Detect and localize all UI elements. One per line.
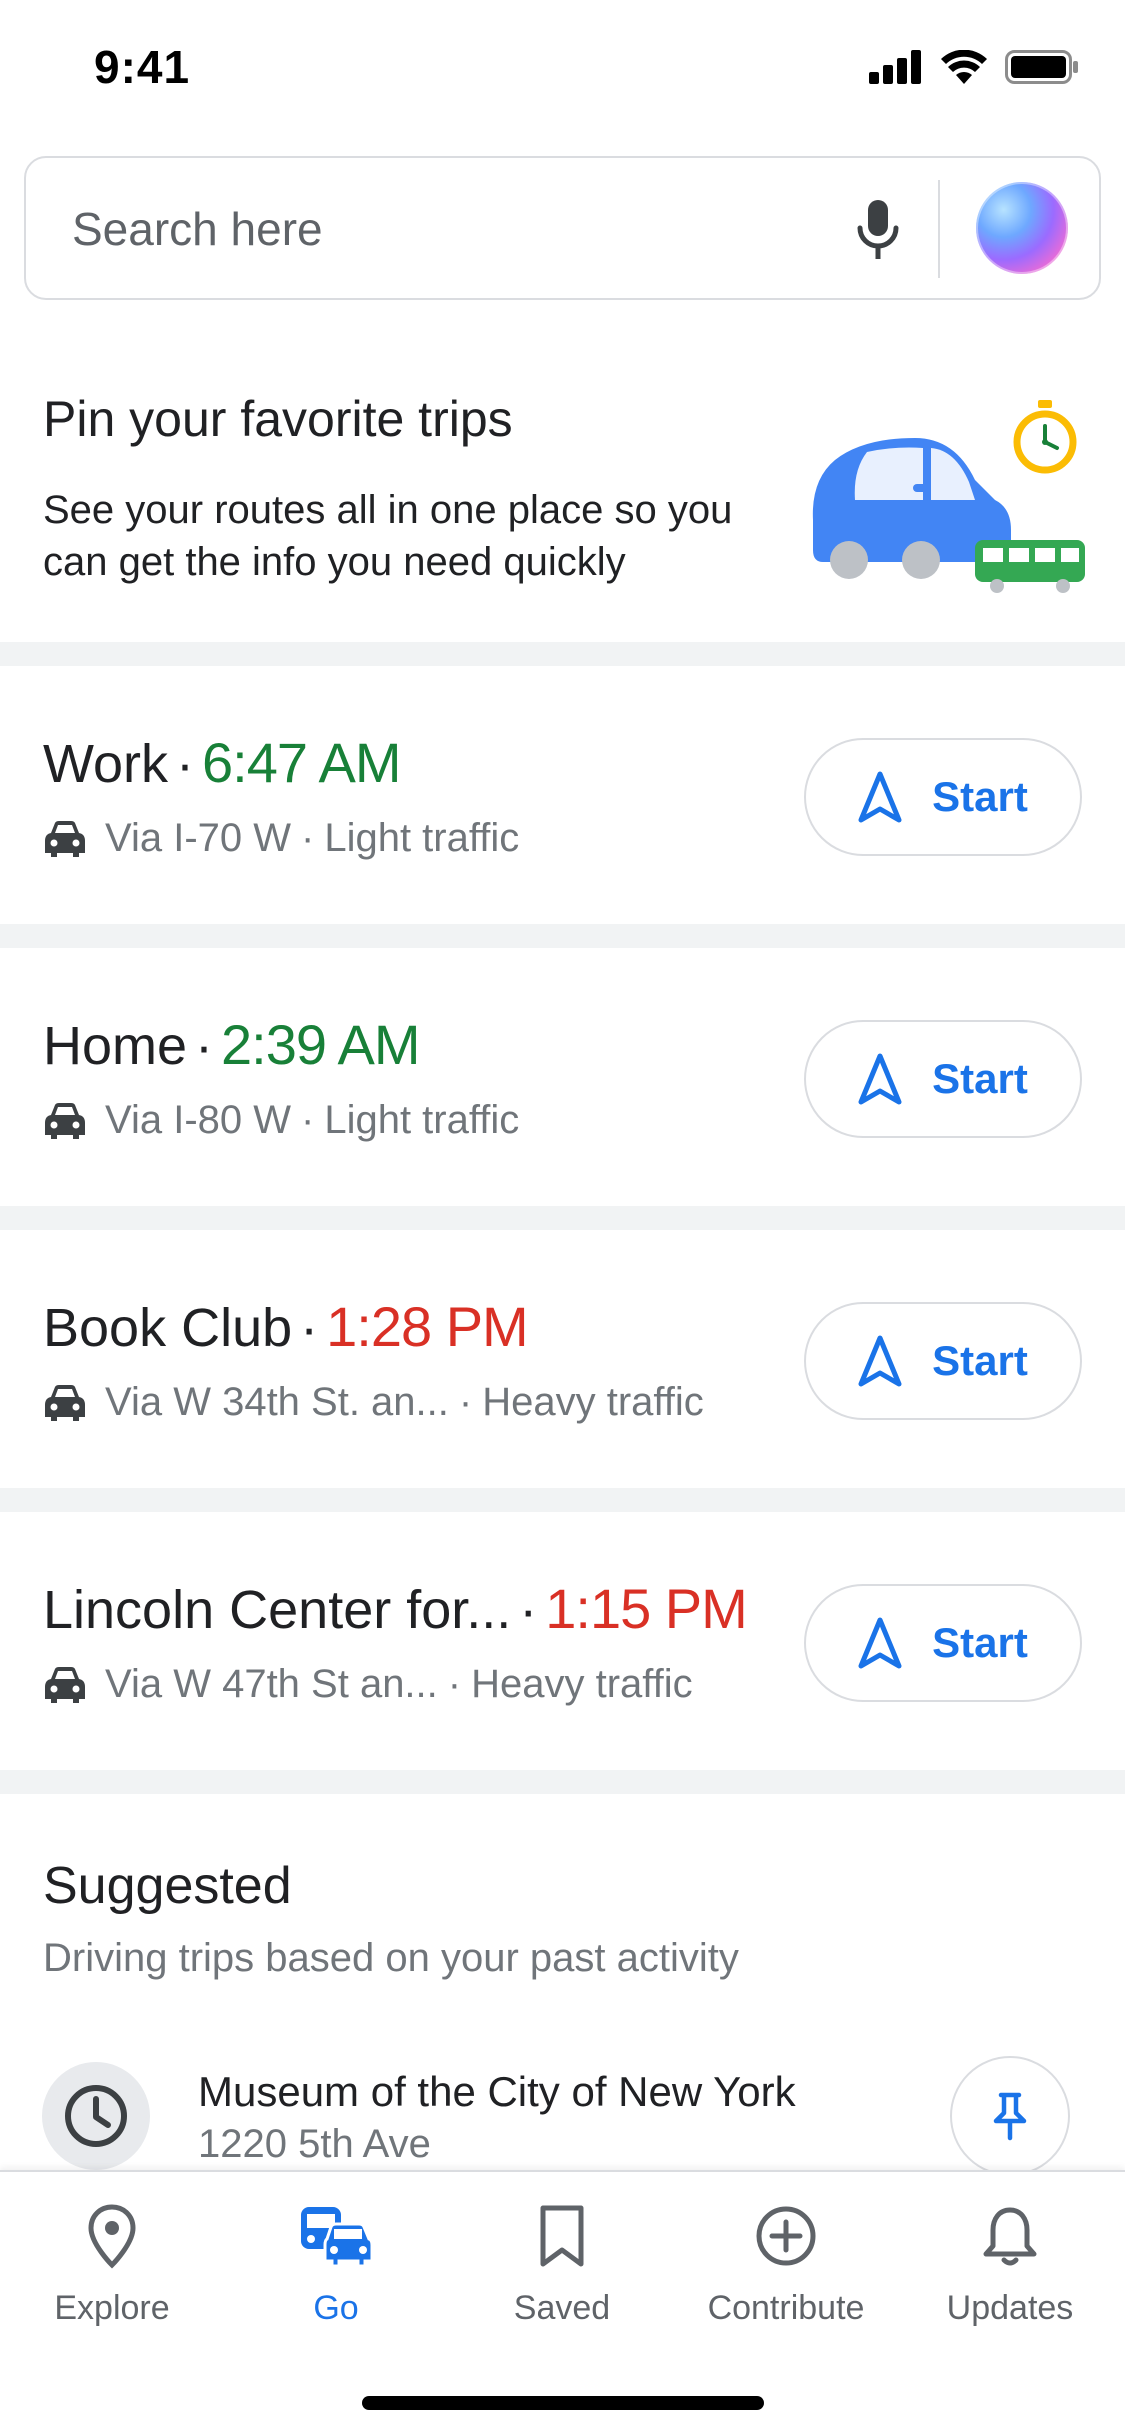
trip-arrival-time: 6:47 AM xyxy=(202,731,401,794)
trip-traffic: Heavy traffic xyxy=(482,1380,704,1424)
trip-arrival-time: 1:28 PM xyxy=(326,1295,529,1358)
car-and-bus-illustration-icon xyxy=(812,400,1085,593)
trip-title: Work · 6:47 AM xyxy=(43,731,401,794)
voice-search-button[interactable] xyxy=(840,192,916,268)
status-time: 9:41 xyxy=(94,41,191,93)
section-divider xyxy=(0,642,1125,666)
section-divider xyxy=(0,1488,1125,1512)
bell-icon xyxy=(983,2207,1037,2265)
nav-explore-icon-wrap xyxy=(74,2198,150,2273)
suggested-place-address: 1220 5th Ave xyxy=(198,2122,431,2166)
start-button-label: Start xyxy=(932,773,1028,820)
bottom-navigation: Explore Go Saved Contribute Updates xyxy=(0,2170,1125,2436)
trip-name: Lincoln Center for... xyxy=(43,1580,512,1640)
trip-details: Via W 47th St an... · Heavy traffic xyxy=(43,1662,693,1707)
nav-label: Explore xyxy=(54,2289,170,2327)
home-indicator xyxy=(362,2396,764,2410)
nav-go[interactable]: Go xyxy=(236,2198,436,2328)
nav-label: Contribute xyxy=(707,2289,865,2327)
section-divider xyxy=(0,1206,1125,1230)
nav-contribute[interactable]: Contribute xyxy=(686,2198,886,2328)
status-bar: 9:41 xyxy=(0,0,1125,140)
trip-details: Via I-70 W · Light traffic xyxy=(43,816,519,861)
trip-title: Home · 2:39 AM xyxy=(43,1013,421,1076)
start-button-label: Start xyxy=(932,1337,1028,1384)
car-icon xyxy=(45,1384,85,1421)
nav-updates[interactable]: Updates xyxy=(910,2198,1110,2328)
location-pin-icon xyxy=(88,2203,136,2269)
battery-icon xyxy=(1005,50,1078,84)
search-divider xyxy=(938,180,940,278)
commute-icon xyxy=(301,2206,373,2267)
nav-updates-icon-wrap xyxy=(972,2198,1048,2273)
add-circle-icon xyxy=(756,2206,816,2265)
suggested-place-name: Museum of the City of New York xyxy=(198,2068,796,2115)
trip-arrival-time: 2:39 AM xyxy=(221,1013,420,1076)
trip-route: Via W 34th St. an... xyxy=(105,1380,449,1424)
navigation-arrow-icon xyxy=(858,1617,902,1669)
nav-saved-icon-wrap xyxy=(524,2198,600,2273)
start-button-label: Start xyxy=(932,1055,1028,1102)
trip-details: Via W 34th St. an... · Heavy traffic xyxy=(43,1380,704,1425)
suggested-subtitle: Driving trips based on your past activit… xyxy=(43,1936,739,1980)
nav-label: Updates xyxy=(946,2289,1074,2327)
trip-route: Via I-80 W xyxy=(105,1098,291,1142)
nav-explore[interactable]: Explore xyxy=(12,2198,212,2328)
start-button[interactable]: Start xyxy=(804,738,1082,856)
trip-details: Via I-80 W · Light traffic xyxy=(43,1098,519,1143)
trip-card-home[interactable]: Home · 2:39 AM Via I-80 W · Light traffic St… xyxy=(0,948,1125,1206)
avatar[interactable] xyxy=(976,182,1068,274)
promo-title: Pin your favorite trips xyxy=(43,391,513,447)
section-divider xyxy=(0,1770,1125,1794)
bookmark-icon xyxy=(540,2205,584,2266)
search-bar[interactable] xyxy=(24,156,1101,300)
promo-description: See your routes all in one place so you … xyxy=(43,488,733,584)
nav-contribute-icon-wrap xyxy=(748,2198,824,2273)
cellular-signal-icon xyxy=(869,50,921,84)
start-button[interactable]: Start xyxy=(804,1302,1082,1420)
start-button[interactable]: Start xyxy=(804,1020,1082,1138)
nav-go-icon-wrap xyxy=(298,2198,374,2273)
pin-trips-promo[interactable]: Pin your favorite trips See your routes … xyxy=(0,340,1125,640)
car-icon xyxy=(45,1102,85,1139)
clock-icon-container xyxy=(42,2062,150,2170)
trip-name: Home xyxy=(43,1016,188,1076)
trip-traffic: Light traffic xyxy=(324,1098,520,1142)
car-icon xyxy=(45,1666,85,1703)
nav-label: Go xyxy=(313,2289,359,2327)
trip-title: Book Club · 1:28 PM xyxy=(43,1295,529,1358)
trip-route: Via I-70 W xyxy=(105,816,291,860)
navigation-arrow-icon xyxy=(858,771,902,823)
car-icon xyxy=(45,820,85,857)
nav-label: Saved xyxy=(513,2289,611,2327)
start-button[interactable]: Start xyxy=(804,1584,1082,1702)
navigation-arrow-icon xyxy=(858,1335,902,1387)
pushpin-icon xyxy=(993,2092,1027,2141)
microphone-icon xyxy=(857,200,899,259)
clock-icon xyxy=(65,2085,127,2147)
trip-traffic: Light traffic xyxy=(324,816,520,860)
trip-route: Via W 47th St an... xyxy=(105,1662,438,1706)
suggested-trip-item[interactable]: Museum of the City of New York 1220 5th … xyxy=(0,2050,1125,2176)
trip-card-book-club[interactable]: Book Club · 1:28 PM Via W 34th St. an... · H… xyxy=(0,1230,1125,1488)
wifi-icon xyxy=(941,50,987,84)
navigation-arrow-icon xyxy=(858,1053,902,1105)
status-icons xyxy=(869,50,1079,84)
trip-card-lincoln-center[interactable]: Lincoln Center for... · 1:15 PM Via W 47th… xyxy=(0,1512,1125,1770)
section-divider xyxy=(0,924,1125,948)
trip-title: Lincoln Center for... · 1:15 PM xyxy=(43,1577,748,1640)
trip-name: Work xyxy=(43,734,169,794)
search-input[interactable] xyxy=(72,198,772,260)
trip-card-work[interactable]: Work · 6:47 AM Via I-70 W · Light traffic St… xyxy=(0,666,1125,924)
suggested-heading: Suggested xyxy=(43,1857,292,1915)
start-button-label: Start xyxy=(932,1619,1028,1666)
trip-traffic: Heavy traffic xyxy=(471,1662,693,1706)
trip-name: Book Club xyxy=(43,1298,293,1358)
pin-trip-button[interactable] xyxy=(950,2056,1070,2176)
trip-arrival-time: 1:15 PM xyxy=(545,1577,748,1640)
nav-saved[interactable]: Saved xyxy=(462,2198,662,2328)
